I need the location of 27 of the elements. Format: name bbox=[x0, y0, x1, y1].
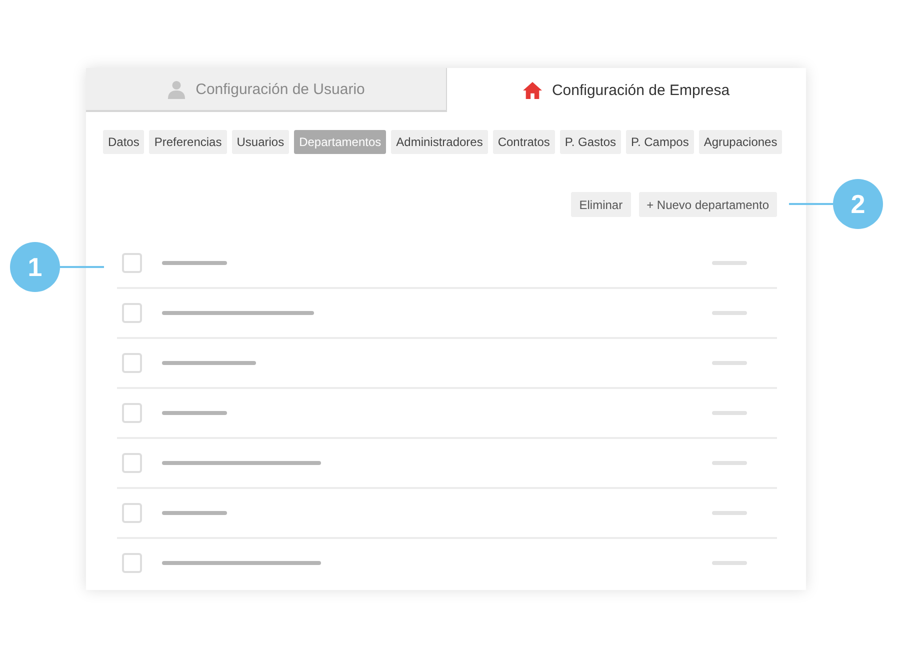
section-tab[interactable]: P. Campos bbox=[626, 130, 694, 154]
placeholder-line bbox=[162, 261, 227, 265]
action-button[interactable]: + Nuevo departamento bbox=[638, 192, 777, 217]
leader-line bbox=[789, 203, 833, 205]
section-tab[interactable]: Administradores bbox=[391, 130, 488, 154]
leader-line bbox=[60, 266, 104, 268]
callout-number: 2 bbox=[833, 179, 883, 229]
section-tab[interactable]: Contratos bbox=[492, 130, 555, 154]
section-tab[interactable]: Usuarios bbox=[232, 130, 290, 154]
section-tab[interactable]: Preferencias bbox=[149, 130, 227, 154]
settings-tab[interactable]: Configuración de Empresa bbox=[446, 68, 806, 112]
checkbox[interactable] bbox=[122, 403, 142, 423]
placeholder-line bbox=[162, 511, 227, 515]
checkbox[interactable] bbox=[122, 553, 142, 573]
checkbox[interactable] bbox=[122, 353, 142, 373]
checkbox[interactable] bbox=[122, 303, 142, 323]
checkbox[interactable] bbox=[122, 503, 142, 523]
checkbox[interactable] bbox=[122, 253, 142, 273]
house-icon bbox=[522, 80, 542, 100]
checkbox[interactable] bbox=[122, 453, 142, 473]
person-icon bbox=[166, 80, 186, 98]
action-button[interactable]: Eliminar bbox=[571, 192, 631, 217]
section-tab[interactable]: Agrupaciones bbox=[698, 130, 782, 154]
section-tab[interactable]: P. Gastos bbox=[560, 130, 622, 154]
placeholder-line bbox=[162, 411, 227, 415]
callout-number: 1 bbox=[10, 242, 60, 292]
section-tab[interactable]: Datos bbox=[103, 130, 144, 154]
